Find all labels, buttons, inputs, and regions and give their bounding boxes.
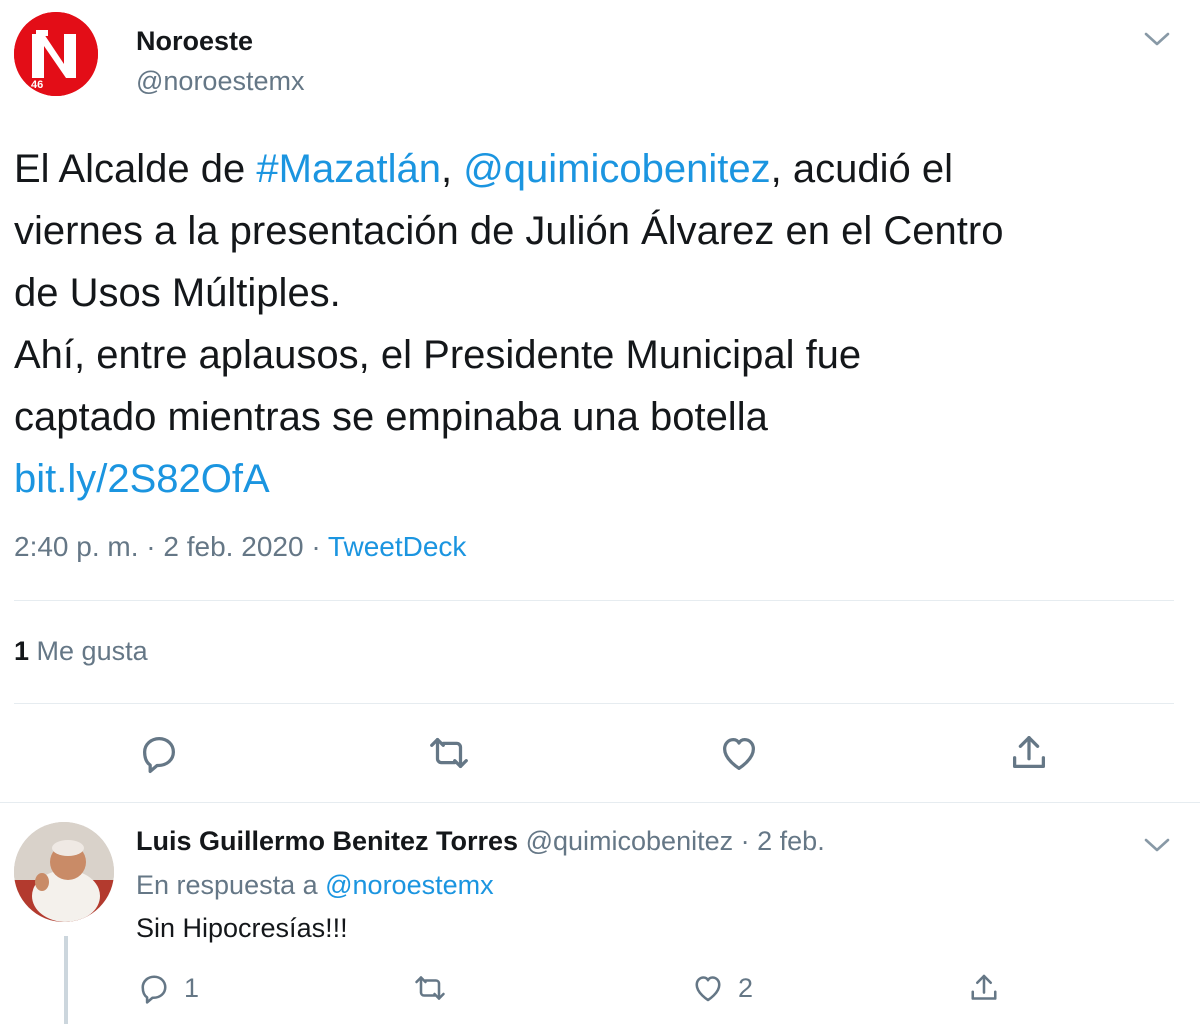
meta-separator: · [146, 531, 156, 562]
reply-retweet-button[interactable] [412, 970, 448, 1006]
share-icon[interactable] [1006, 730, 1052, 776]
likes-label: Me gusta [36, 636, 148, 666]
text-segment: , acudió el [770, 147, 953, 191]
reply-share-button[interactable] [966, 970, 1002, 1006]
tweet-time[interactable]: 2:40 p. m. [14, 531, 139, 562]
tweet-line-4: Ahí, entre aplausos, el Presidente Munic… [14, 333, 862, 377]
author-handle[interactable]: @noroestemx [136, 66, 304, 97]
in-reply-handle-link[interactable]: @noroestemx [325, 870, 493, 900]
tweet-meta: 2:40 p. m. · 2 feb. 2020 · TweetDeck [14, 531, 466, 563]
logo-46-text: 46 [31, 79, 43, 91]
share-icon [966, 970, 1002, 1006]
chevron-down-icon[interactable] [1140, 830, 1174, 860]
reply-reply-button[interactable]: 1 [136, 970, 199, 1006]
reply-text: Sin Hipocresías!!! [136, 913, 348, 943]
meta-separator: · [311, 531, 321, 562]
reply-author-handle[interactable]: @quimicobenitez [526, 826, 734, 856]
reply-author-avatar[interactable] [14, 822, 114, 922]
reply-author-name[interactable]: Luis Guillermo Benitez Torres [136, 826, 518, 856]
divider [14, 600, 1174, 601]
divider [14, 703, 1174, 704]
noroeste-avatar[interactable]: 46 [14, 12, 98, 96]
noroeste-logo: 46 [14, 12, 98, 96]
hashtag-link[interactable]: #Mazatlán [256, 147, 441, 191]
like-icon [690, 970, 726, 1006]
reply-icon [136, 970, 172, 1006]
in-reply-to: En respuesta a @noroestemx [136, 870, 494, 901]
tweet-source-link[interactable]: TweetDeck [328, 531, 467, 562]
meta-separator: · [740, 826, 750, 856]
tweet-date[interactable]: 2 feb. 2020 [163, 531, 303, 562]
avatar-photo [14, 822, 114, 922]
tweet-line-5: captado mientras se empinaba una botella [14, 395, 768, 439]
tweet-line-2: viernes a la presentación de Julión Álva… [14, 209, 1004, 253]
reply-date[interactable]: 2 feb. [757, 826, 825, 856]
tweet-line-3: de Usos Múltiples. [14, 271, 341, 315]
retweet-icon[interactable] [426, 730, 472, 776]
tweet-text: El Alcalde de #Mazatlán, @quimicobenitez… [14, 138, 1184, 510]
thread-connector-line [64, 936, 68, 1024]
like-icon[interactable] [716, 730, 762, 776]
likes-count: 1 [14, 636, 30, 666]
in-reply-prefix: En respuesta a [136, 870, 326, 900]
short-url-link[interactable]: bit.ly/2S82OfA [14, 448, 1184, 510]
retweet-icon [412, 970, 448, 1006]
likes-stat[interactable]: 1 Me gusta [14, 636, 148, 667]
mention-link[interactable]: @quimicobenitez [463, 147, 770, 191]
author-name[interactable]: Noroeste [136, 26, 253, 57]
text-segment: , [440, 147, 464, 191]
chevron-down-icon[interactable] [1140, 24, 1174, 54]
reply-count: 1 [184, 972, 200, 1003]
reply-icon[interactable] [136, 730, 182, 776]
like-count: 2 [738, 972, 754, 1003]
reply-header: Luis Guillermo Benitez Torres @quimicobe… [136, 826, 825, 857]
tweet-line-1: El Alcalde de #Mazatlán, @quimicobenitez… [14, 138, 1184, 200]
text-segment: El Alcalde de [14, 147, 257, 191]
reply-like-button[interactable]: 2 [690, 970, 753, 1006]
section-divider [0, 802, 1200, 803]
